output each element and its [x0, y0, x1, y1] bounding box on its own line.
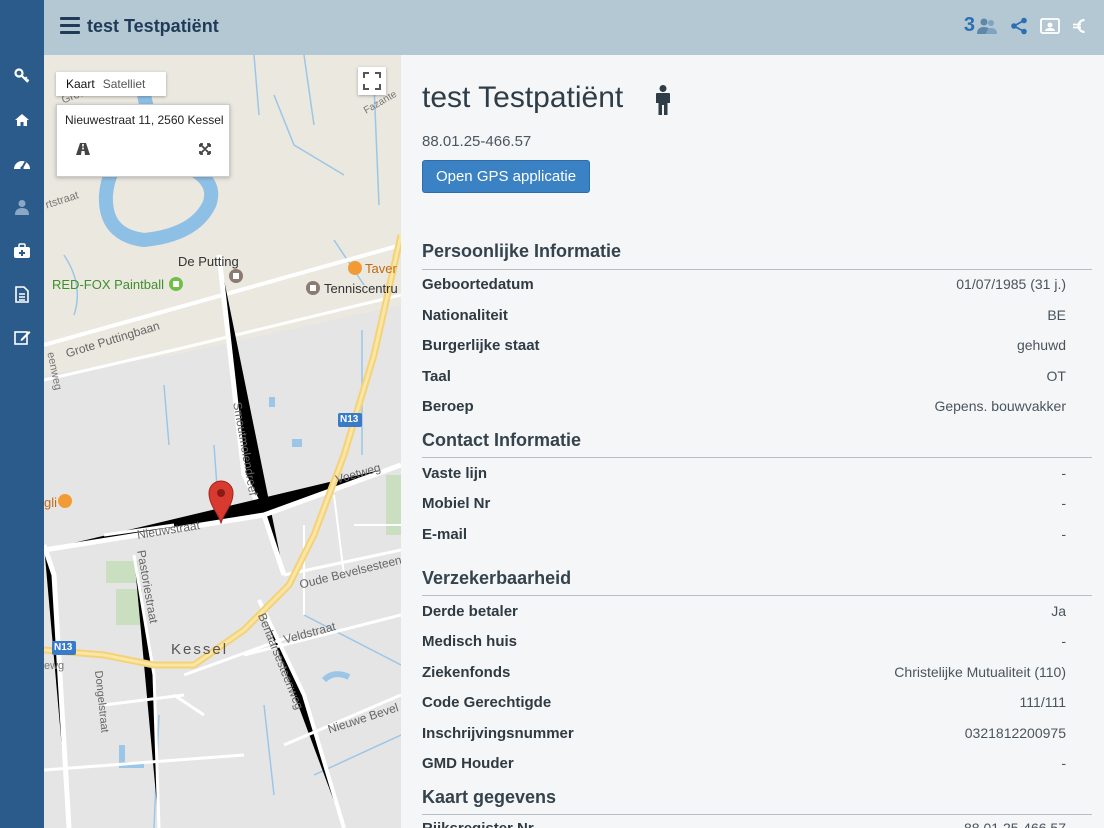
info-row: Medisch huis -	[422, 633, 1066, 650]
hamburger-menu-icon[interactable]	[60, 17, 80, 35]
share-icon[interactable]	[1010, 17, 1028, 35]
row-label: Vaste lijn	[422, 465, 488, 482]
info-row: Nationaliteit BE	[422, 307, 1066, 324]
row-value: 111/111	[1019, 694, 1066, 710]
row-value: -	[1061, 755, 1066, 771]
map-label-gli: gli	[44, 495, 58, 510]
row-value: 01/07/1985 (31 j.)	[956, 276, 1066, 292]
fullscreen-icon	[363, 72, 381, 90]
row-value: -	[1061, 526, 1066, 542]
row-label: Ziekenfonds	[422, 664, 511, 681]
info-row: Rijksregister Nr 88.01.25-466.57	[422, 820, 1066, 828]
info-row: Vaste lijn -	[422, 465, 1066, 482]
map-label-taver: Taver	[365, 261, 397, 276]
section-title-card: Kaart gegevens	[422, 787, 557, 807]
row-value: BE	[1047, 307, 1066, 323]
open-gps-button[interactable]: Open GPS applicatie	[422, 160, 590, 193]
key-icon[interactable]	[0, 64, 44, 88]
row-value: OT	[1046, 368, 1066, 384]
info-row: Ziekenfonds Christelijke Mutualiteit (110…	[422, 664, 1066, 681]
row-label: Rijksregister Nr	[422, 820, 534, 828]
row-label: Geboortedatum	[422, 276, 534, 293]
section-divider	[422, 269, 1092, 270]
section-divider	[422, 457, 1092, 458]
medkit-icon[interactable]	[0, 239, 44, 263]
row-label: Mobiel Nr	[422, 495, 491, 512]
info-row: Geboortedatum 01/07/1985 (31 j.)	[422, 276, 1066, 293]
patient-national-id: 88.01.25-466.57	[422, 133, 532, 150]
location-map[interactable]: De Putting RED-FOX Paintball Taver Tenni…	[44, 55, 401, 828]
info-row: Taal OT	[422, 368, 1066, 385]
section-divider	[422, 595, 1092, 596]
map-label-red-fox: RED-FOX Paintball	[52, 277, 164, 292]
edit-icon[interactable]	[0, 325, 44, 349]
row-value: Ja	[1051, 603, 1066, 619]
info-window-address: Nieuwestraat 11, 2560 Kessel	[65, 113, 224, 127]
row-label: Burgerlijke staat	[422, 337, 540, 354]
info-row: Mobiel Nr -	[422, 495, 1066, 512]
male-person-icon	[656, 85, 670, 115]
top-bar: test Testpatiënt 3	[44, 0, 1104, 55]
dashboard-icon[interactable]	[0, 152, 44, 176]
map-label-de-putting: De Putting	[178, 254, 239, 269]
section-divider	[422, 814, 1092, 815]
row-value: 88.01.25-466.57	[964, 820, 1066, 828]
map-label-tennis: Tenniscentru	[324, 281, 398, 296]
patient-details-panel: test Testpatiënt 88.01.25-466.57 Open GP…	[401, 55, 1104, 828]
row-value: -	[1061, 465, 1066, 481]
row-value: gehuwd	[1016, 337, 1066, 353]
row-value: 0321812200975	[964, 725, 1066, 741]
expand-icon[interactable]	[199, 143, 211, 155]
map-tab-satelliet[interactable]: Satelliet	[103, 77, 146, 91]
row-label: Inschrijvingsnummer	[422, 725, 574, 742]
row-label: Derde betaler	[422, 603, 518, 620]
home-icon[interactable]	[0, 108, 44, 132]
map-fullscreen-button[interactable]	[358, 67, 386, 95]
users-count: 3	[963, 14, 975, 36]
info-row: Derde betaler Ja	[422, 603, 1066, 620]
map-label-n13-top: N13	[340, 414, 359, 425]
info-row: Code Gerechtigde 111/111	[422, 694, 1066, 711]
section-title-insurance: Verzekerbaarheid	[422, 568, 572, 588]
euro-icon[interactable]	[1072, 17, 1086, 35]
document-icon[interactable]	[0, 282, 44, 306]
row-label: Code Gerechtigde	[422, 694, 552, 711]
row-value: -	[1061, 633, 1066, 649]
id-card-icon[interactable]	[1040, 17, 1060, 34]
info-row: Inschrijvingsnummer 0321812200975	[422, 725, 1066, 742]
row-value: -	[1061, 495, 1066, 511]
row-value: Gepens. bouwvakker	[934, 398, 1066, 414]
map-tab-kaart[interactable]: Kaart	[56, 77, 103, 91]
info-row: Beroep Gepens. bouwvakker	[422, 398, 1066, 415]
row-value: Christelijke Mutualiteit (110)	[894, 664, 1066, 680]
top-actions: 3	[964, 14, 1086, 37]
user-icon[interactable]	[0, 195, 44, 219]
map-type-control: Kaart Satelliet	[56, 72, 166, 96]
users-count-button[interactable]: 3	[964, 14, 998, 37]
location-marker-icon[interactable]	[208, 480, 234, 524]
map-label-ewg: ewg	[44, 660, 65, 672]
row-label: Nationaliteit	[422, 307, 508, 324]
map-label-kessel: Kessel	[171, 641, 229, 658]
map-info-window: Nieuwestraat 11, 2560 Kessel	[56, 104, 230, 177]
sidebar	[0, 0, 44, 828]
row-label: Medisch huis	[422, 633, 518, 650]
directions-icon[interactable]	[76, 143, 90, 155]
row-label: Taal	[422, 368, 451, 385]
section-title-personal: Persoonlijke Informatie	[422, 241, 622, 261]
section-title-contact: Contact Informatie	[422, 430, 582, 450]
app-title: test Testpatiënt	[87, 16, 219, 36]
row-label: GMD Houder	[422, 755, 514, 772]
row-label: E-mail	[422, 526, 468, 543]
info-row: GMD Houder -	[422, 755, 1066, 772]
info-row: E-mail -	[422, 526, 1066, 543]
map-label-n13-bottom: N13	[54, 642, 73, 653]
users-icon	[977, 18, 997, 34]
patient-name: test Testpatiënt	[422, 81, 624, 114]
info-row: Burgerlijke staat gehuwd	[422, 337, 1066, 354]
row-label: Beroep	[422, 398, 474, 415]
